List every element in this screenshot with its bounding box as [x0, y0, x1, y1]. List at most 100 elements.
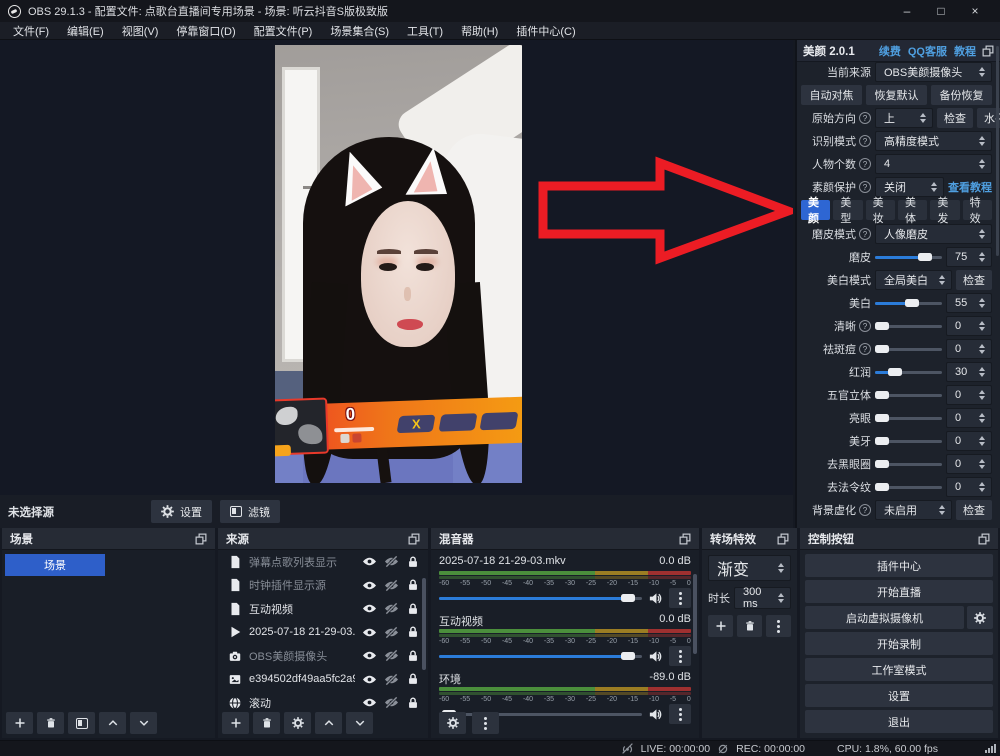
exit-button[interactable]: 退出 — [805, 710, 993, 733]
bg-blur-check-button[interactable]: 检查 — [956, 500, 992, 520]
facial-3d-slider[interactable] — [875, 388, 942, 402]
renew-link[interactable]: 续费 — [879, 43, 901, 59]
transition-menu-button[interactable] — [766, 615, 791, 637]
help-icon[interactable]: ? — [859, 228, 871, 240]
visibility-eye-slash-icon[interactable] — [384, 601, 399, 616]
orientation-dropdown[interactable]: 上 — [875, 108, 933, 128]
speaker-icon[interactable] — [648, 649, 663, 664]
slider-value-spinbox[interactable]: 0 — [946, 408, 992, 428]
slider-value-spinbox[interactable]: 0 — [946, 385, 992, 405]
volume-slider[interactable] — [439, 591, 642, 605]
smooth-mode-dropdown[interactable]: 人像磨皮 — [875, 224, 992, 244]
beauty-tab[interactable]: 美颜 — [801, 200, 830, 220]
beauty-tab[interactable]: 美型 — [833, 200, 862, 220]
slider-value-spinbox[interactable]: 30 — [946, 362, 992, 382]
lock-icon[interactable] — [406, 578, 420, 592]
beauty-action-button[interactable]: 恢复默认 — [866, 85, 927, 105]
menu-item[interactable]: 工具(T) — [398, 22, 452, 40]
visibility-eye-slash-icon[interactable] — [384, 578, 399, 593]
channel-menu-button[interactable] — [669, 704, 691, 724]
channel-menu-button[interactable] — [669, 646, 691, 666]
slider-value-spinbox[interactable]: 55 — [946, 293, 992, 313]
speaker-icon[interactable] — [648, 707, 663, 722]
transition-type-dropdown[interactable]: 渐变 — [708, 555, 791, 581]
source-row[interactable]: 时钟插件显示源 — [218, 574, 428, 598]
bg-blur-dropdown[interactable]: 未启用 — [875, 500, 952, 520]
add-scene-button[interactable] — [6, 712, 33, 734]
start-virtual-camera-button[interactable]: 启动虚拟摄像机 — [805, 606, 964, 629]
scene-filters-button[interactable] — [68, 712, 95, 734]
current-source-dropdown[interactable]: OBS美颜摄像头 — [875, 62, 992, 82]
speaker-icon[interactable] — [648, 591, 663, 606]
popout-icon[interactable] — [978, 533, 990, 545]
view-tutorial-link[interactable]: 查看教程 — [948, 179, 992, 195]
clarity-slider[interactable] — [875, 319, 942, 333]
close-button[interactable]: × — [958, 0, 992, 22]
qq-support-link[interactable]: QQ客服 — [908, 43, 947, 59]
beauty-tab[interactable]: 美发 — [930, 200, 959, 220]
mixer-scrollbar[interactable] — [693, 574, 697, 654]
visibility-eye-icon[interactable] — [362, 648, 377, 663]
nasolabial-slider[interactable] — [875, 480, 942, 494]
lock-icon[interactable] — [406, 649, 420, 663]
menu-item[interactable]: 配置文件(P) — [245, 22, 322, 40]
add-transition-button[interactable] — [708, 615, 733, 637]
visibility-eye-icon[interactable] — [362, 695, 377, 710]
studio-mode-button[interactable]: 工作室模式 — [805, 658, 993, 681]
sources-scrollbar[interactable] — [422, 578, 426, 670]
remove-scene-button[interactable] — [37, 712, 64, 734]
settings-button[interactable]: 设置 — [805, 684, 993, 707]
slider-value-spinbox[interactable]: 0 — [946, 316, 992, 336]
tutorial-link[interactable]: 教程 — [954, 43, 976, 59]
volume-slider[interactable] — [439, 649, 642, 663]
visibility-eye-slash-icon[interactable] — [384, 648, 399, 663]
menu-item[interactable]: 帮助(H) — [452, 22, 507, 40]
plugin-center-button[interactable]: 插件中心 — [805, 554, 993, 577]
slider-value-spinbox[interactable]: 0 — [946, 477, 992, 497]
whiten-check-button[interactable]: 检查 — [956, 270, 992, 290]
maximize-button[interactable]: □ — [924, 0, 958, 22]
teeth-whitening-slider[interactable] — [875, 434, 942, 448]
bright-eyes-slider[interactable] — [875, 411, 942, 425]
channel-menu-button[interactable] — [669, 588, 691, 608]
help-icon[interactable]: ? — [859, 112, 871, 124]
scene-down-button[interactable] — [130, 712, 157, 734]
slider-value-spinbox[interactable]: 0 — [946, 454, 992, 474]
minimize-button[interactable]: – — [890, 0, 924, 22]
help-icon[interactable]: ? — [859, 135, 871, 147]
whiten-slider[interactable] — [875, 296, 942, 310]
lock-icon[interactable] — [406, 625, 420, 639]
popout-icon[interactable] — [982, 45, 994, 57]
source-properties-gear-button[interactable] — [284, 712, 311, 734]
visibility-eye-slash-icon[interactable] — [384, 672, 399, 687]
source-row[interactable]: 滚动 — [218, 691, 428, 715]
menu-item[interactable]: 文件(F) — [4, 22, 58, 40]
mixer-menu-button[interactable] — [472, 712, 499, 734]
lock-icon[interactable] — [406, 696, 420, 710]
virtual-camera-settings-button[interactable] — [967, 606, 993, 629]
slider-value-spinbox[interactable]: 0 — [946, 339, 992, 359]
start-streaming-button[interactable]: 开始直播 — [805, 580, 993, 603]
help-icon[interactable]: ? — [859, 158, 871, 170]
menu-item[interactable]: 视图(V) — [113, 22, 168, 40]
slider-value-spinbox[interactable]: 0 — [946, 431, 992, 451]
smooth-slider[interactable] — [875, 250, 942, 264]
beauty-scrollbar[interactable] — [996, 46, 999, 256]
help-icon[interactable]: ? — [859, 343, 871, 355]
visibility-eye-icon[interactable] — [362, 578, 377, 593]
scene-item[interactable]: 场景 — [5, 554, 105, 576]
beauty-action-button[interactable]: 备份恢复 — [931, 85, 992, 105]
source-row[interactable]: 2025-07-18 21-29-03.mkv — [218, 621, 428, 645]
popout-icon[interactable] — [408, 533, 420, 545]
visibility-eye-icon[interactable] — [362, 625, 377, 640]
menu-item[interactable]: 编辑(E) — [58, 22, 113, 40]
blemish-removal-slider[interactable] — [875, 342, 942, 356]
remove-transition-button[interactable] — [737, 615, 762, 637]
video-preview[interactable]: 0 X — [275, 45, 522, 483]
remove-source-button[interactable] — [253, 712, 280, 734]
source-filters-button[interactable]: 滤镜 — [220, 500, 280, 523]
orientation-check-button[interactable]: 检查 — [937, 108, 973, 128]
help-icon[interactable]: ? — [859, 181, 871, 193]
beauty-tab[interactable]: 美体 — [898, 200, 927, 220]
help-icon[interactable]: ? — [859, 320, 871, 332]
